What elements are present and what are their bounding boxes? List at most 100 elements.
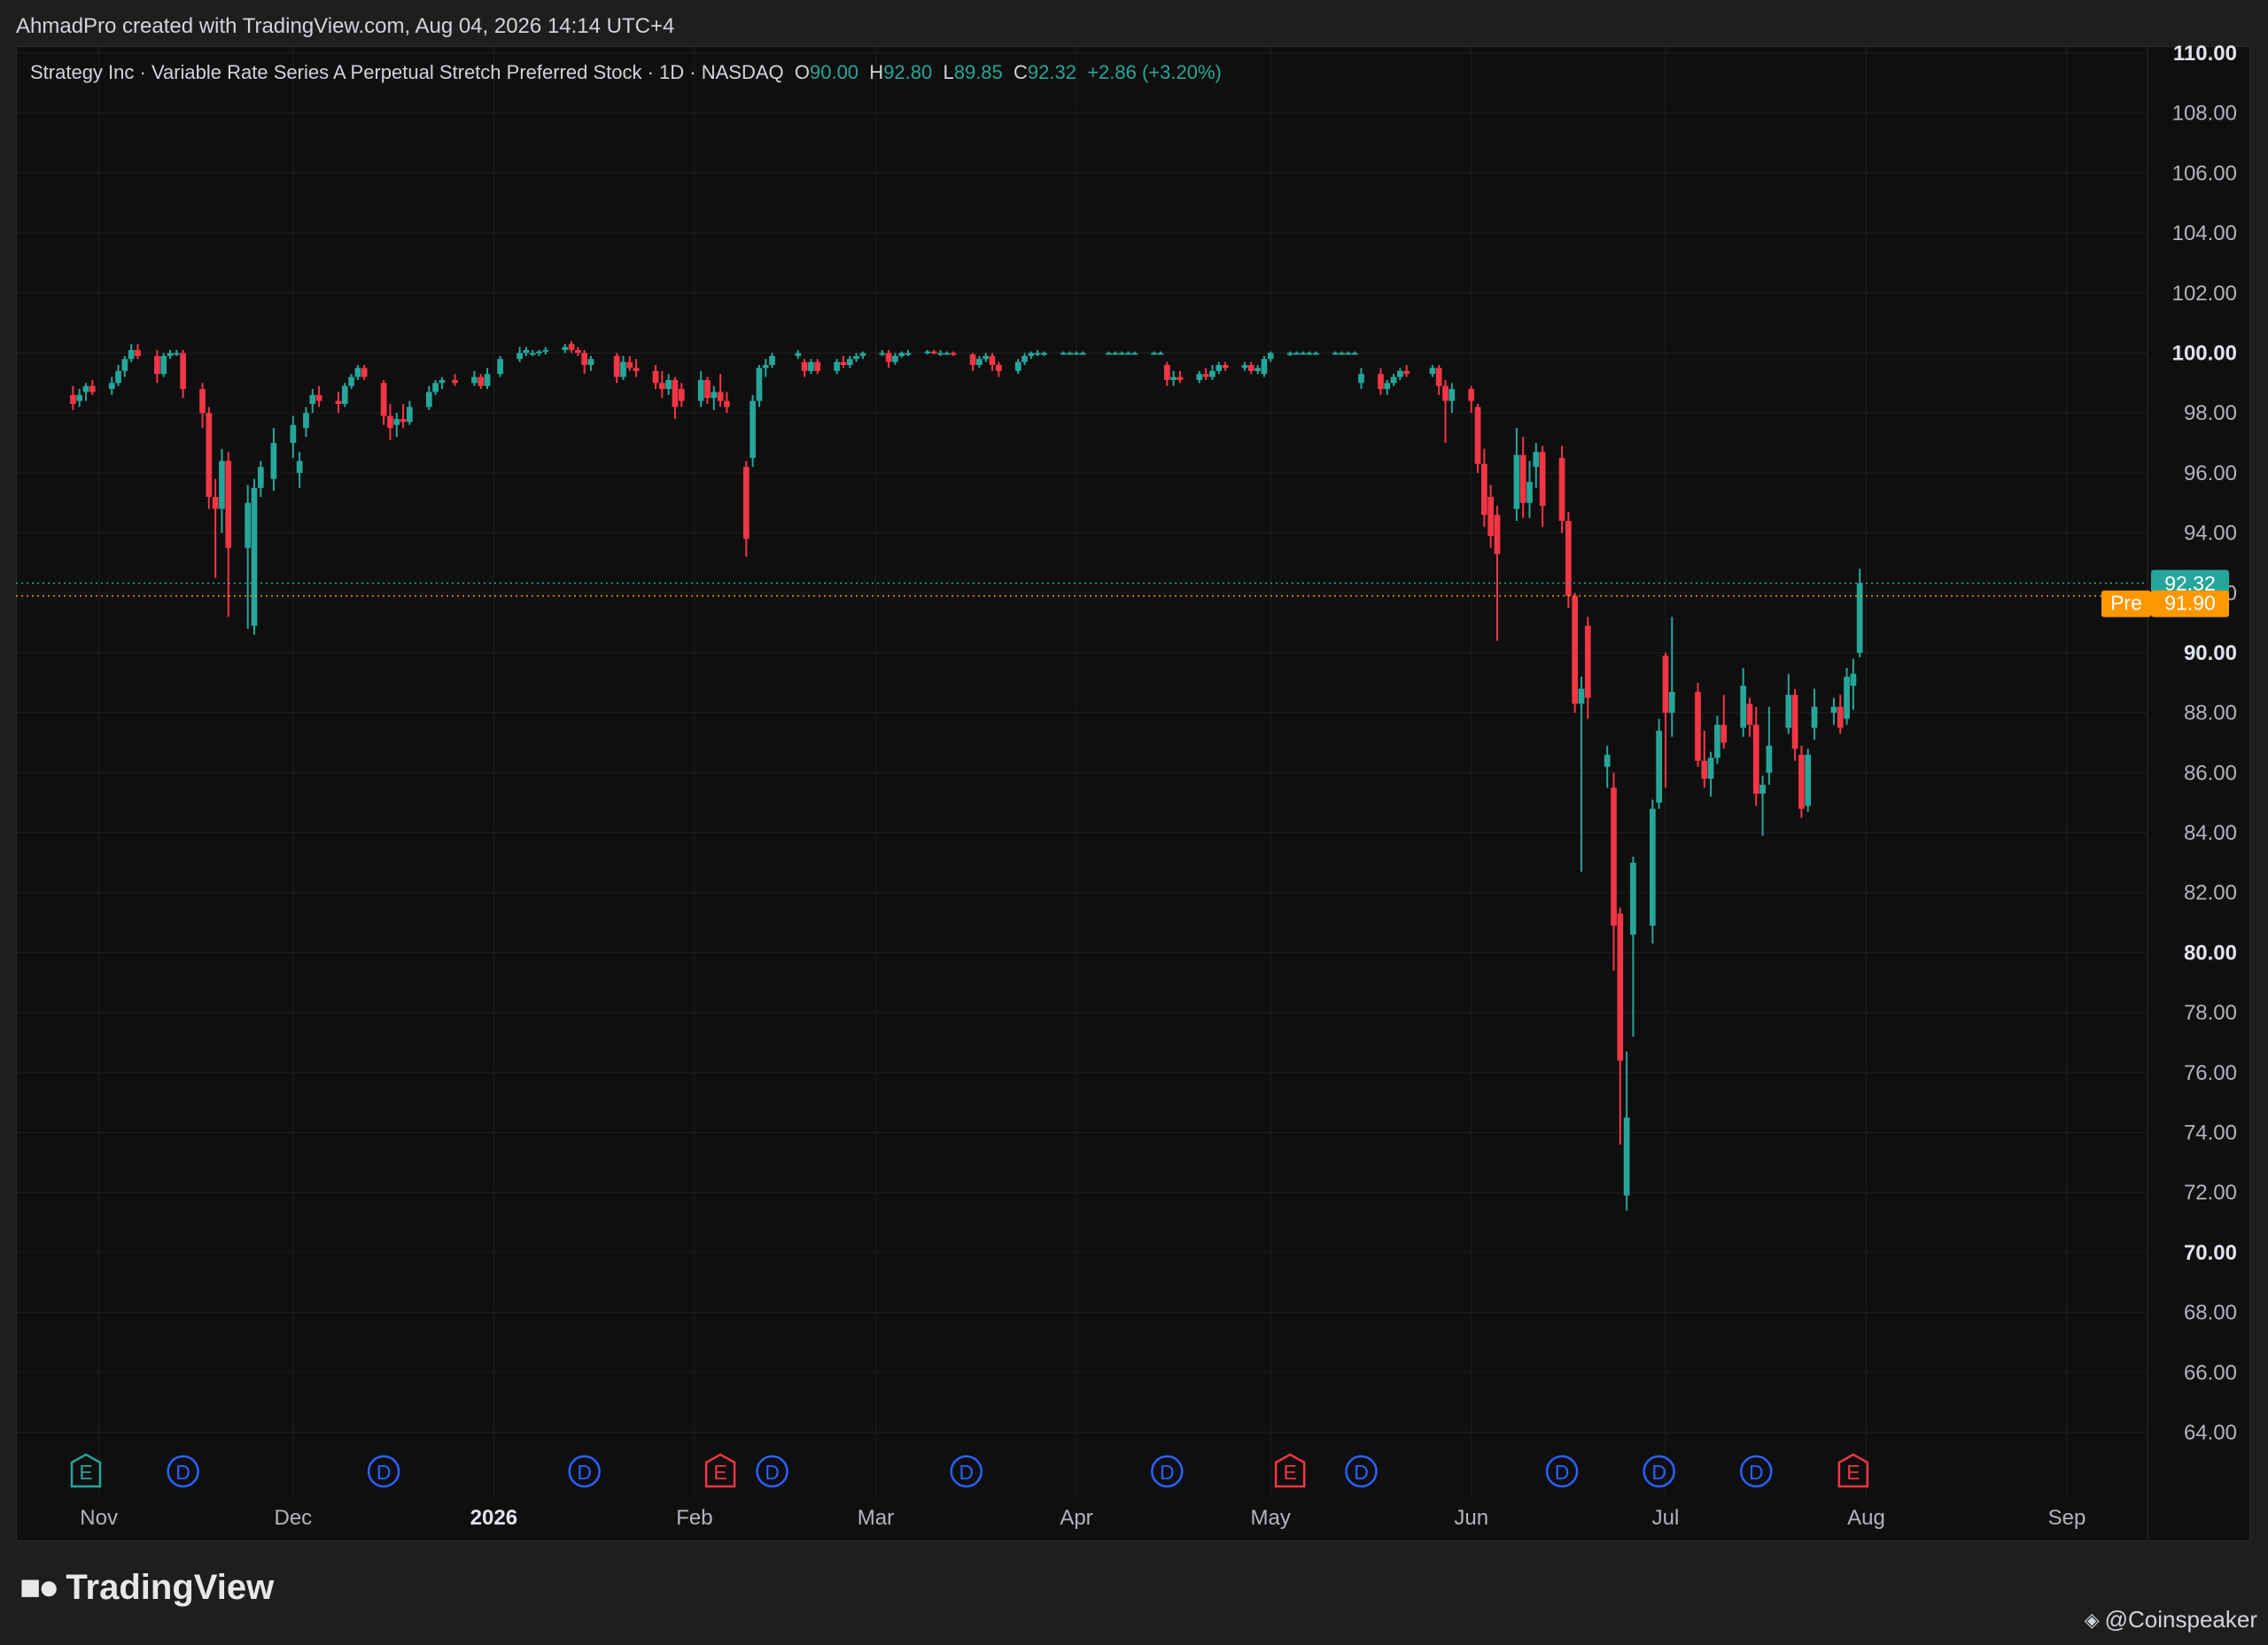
candle-body[interactable]	[1759, 784, 1766, 795]
candle-body[interactable]	[905, 353, 912, 355]
candle-body[interactable]	[814, 361, 821, 371]
candle-body[interactable]	[1021, 355, 1028, 362]
candle-body[interactable]	[257, 467, 264, 488]
candle-body[interactable]	[471, 376, 478, 384]
candle-body[interactable]	[1481, 463, 1487, 516]
candle-body[interactable]	[1487, 496, 1495, 536]
candle-body[interactable]	[1286, 353, 1293, 355]
candle-body[interactable]	[1623, 1117, 1630, 1196]
candle-body[interactable]	[1300, 353, 1307, 355]
candle-body[interactable]	[1034, 353, 1041, 355]
candle-body[interactable]	[167, 353, 174, 356]
candle-body[interactable]	[704, 379, 711, 399]
candle-body[interactable]	[1533, 452, 1540, 468]
tradingview-logo[interactable]: ■● TradingView	[19, 1568, 274, 1608]
candle-body[interactable]	[341, 385, 348, 405]
candle-body[interactable]	[290, 424, 297, 444]
candle-body[interactable]	[76, 394, 83, 401]
candle-body[interactable]	[1112, 353, 1119, 355]
candle-body[interactable]	[879, 353, 886, 355]
candle-body[interactable]	[212, 496, 219, 509]
candle-body[interactable]	[1565, 521, 1572, 596]
candle-body[interactable]	[1339, 353, 1345, 355]
candle-body[interactable]	[937, 353, 944, 355]
candle-body[interactable]	[225, 461, 232, 548]
candle-body[interactable]	[1617, 913, 1624, 1061]
candle-body[interactable]	[756, 368, 763, 401]
candle-body[interactable]	[296, 461, 303, 473]
candle-body[interactable]	[1442, 385, 1449, 401]
candle-body[interactable]	[1611, 788, 1617, 926]
candle-body[interactable]	[568, 344, 575, 351]
candle-body[interactable]	[1805, 755, 1812, 806]
candle-body[interactable]	[1856, 583, 1863, 653]
candle-body[interactable]	[697, 379, 704, 401]
candle-body[interactable]	[199, 389, 206, 414]
candle-body[interactable]	[1209, 370, 1216, 377]
candle-body[interactable]	[995, 365, 1002, 371]
candle-body[interactable]	[1811, 706, 1818, 728]
candle-body[interactable]	[154, 355, 160, 375]
candle-body[interactable]	[1604, 755, 1611, 767]
candle-body[interactable]	[1695, 691, 1701, 761]
candle-body[interactable]	[536, 351, 542, 353]
candle-body[interactable]	[432, 383, 439, 392]
candle-body[interactable]	[1106, 353, 1112, 355]
candle-body[interactable]	[717, 392, 724, 401]
candle-body[interactable]	[1293, 353, 1300, 355]
candle-body[interactable]	[270, 443, 277, 479]
candle-body[interactable]	[1572, 595, 1579, 704]
candle-body[interactable]	[160, 355, 167, 375]
candle-body[interactable]	[251, 487, 258, 626]
candle-body[interactable]	[898, 353, 905, 356]
candle-body[interactable]	[1850, 673, 1857, 687]
candle-body[interactable]	[1558, 457, 1565, 522]
candle-body[interactable]	[1519, 454, 1526, 503]
candle-body[interactable]	[1662, 656, 1669, 713]
candle-body[interactable]	[303, 413, 309, 429]
candle-body[interactable]	[1267, 353, 1274, 360]
candle-body[interactable]	[1196, 374, 1203, 380]
candle-body[interactable]	[1079, 353, 1086, 355]
candle-body[interactable]	[1306, 353, 1313, 355]
candle-body[interactable]	[1526, 482, 1533, 503]
candle-body[interactable]	[108, 383, 115, 390]
candle-body[interactable]	[801, 361, 808, 371]
candle-body[interactable]	[672, 379, 679, 407]
candle-body[interactable]	[1791, 694, 1798, 749]
candle-body[interactable]	[1384, 383, 1391, 390]
candle-body[interactable]	[206, 413, 213, 497]
candle-body[interactable]	[529, 353, 536, 355]
candle-body[interactable]	[1131, 353, 1138, 355]
candle-body[interactable]	[1649, 808, 1656, 926]
candle-body[interactable]	[1837, 706, 1844, 728]
candle-body[interactable]	[393, 418, 400, 425]
candle-body[interactable]	[1247, 365, 1254, 371]
candle-body[interactable]	[173, 353, 180, 355]
candle-body[interactable]	[1241, 365, 1248, 369]
candle-body[interactable]	[944, 353, 951, 355]
candle-body[interactable]	[315, 394, 322, 401]
candle-body[interactable]	[762, 365, 769, 369]
candle-body[interactable]	[82, 385, 89, 392]
candle-body[interactable]	[1494, 515, 1501, 555]
candle-body[interactable]	[407, 407, 413, 423]
candle-body[interactable]	[626, 361, 633, 369]
candle-body[interactable]	[1254, 368, 1261, 371]
candle-body[interactable]	[1630, 862, 1636, 935]
candle-body[interactable]	[1584, 625, 1591, 698]
candle-body[interactable]	[1513, 454, 1520, 509]
candle-body[interactable]	[1216, 365, 1223, 371]
candle-body[interactable]	[742, 467, 750, 539]
candle-body[interactable]	[439, 379, 446, 384]
candle-body[interactable]	[1539, 452, 1546, 507]
candle-body[interactable]	[859, 353, 866, 356]
candle-body[interactable]	[711, 392, 718, 399]
candle-body[interactable]	[89, 385, 96, 392]
candle-body[interactable]	[1118, 353, 1125, 355]
candle-body[interactable]	[1656, 730, 1662, 803]
candle-body[interactable]	[724, 400, 730, 407]
candle-body[interactable]	[1351, 353, 1358, 355]
candle-body[interactable]	[1468, 389, 1475, 401]
candle-body[interactable]	[128, 350, 135, 360]
